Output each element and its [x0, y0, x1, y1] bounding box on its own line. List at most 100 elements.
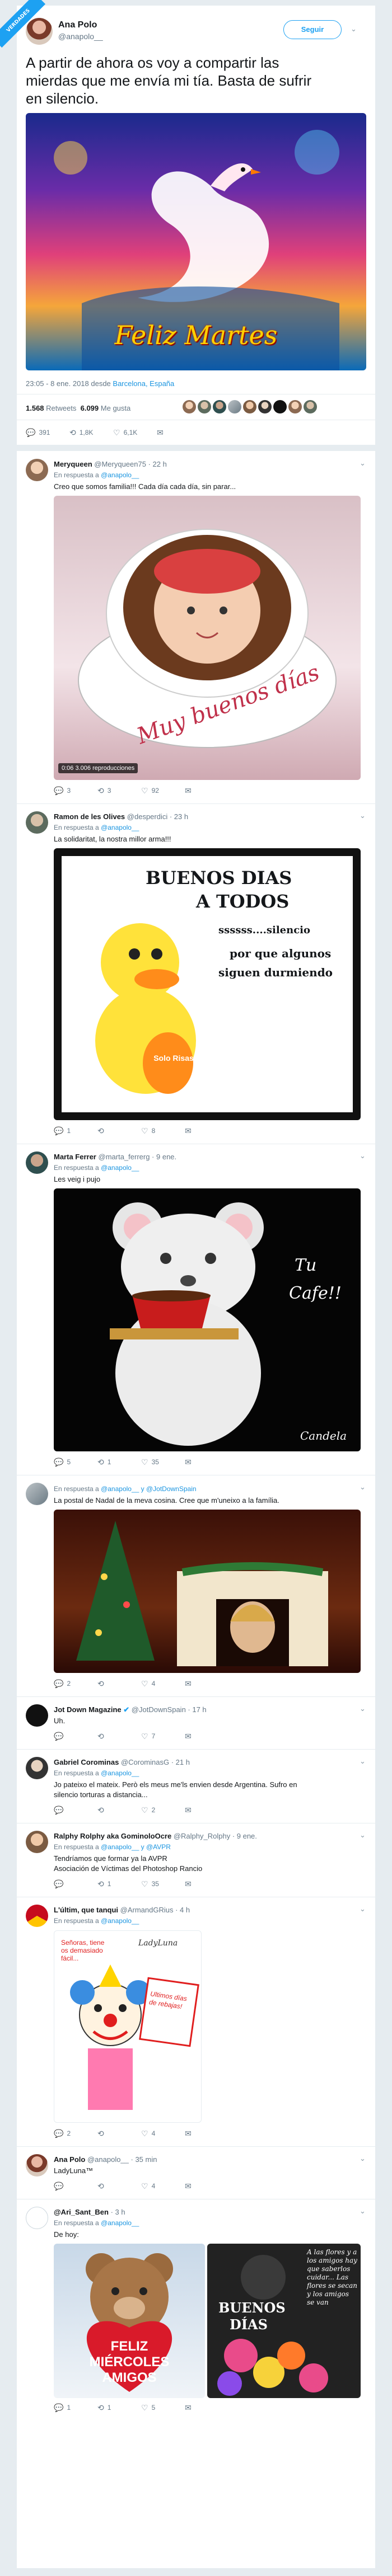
reply-context-handle[interactable]: @anapolo__ y @JotDownSpain: [101, 1485, 196, 1493]
reply-image[interactable]: BUENOS DIAS A TODOS ssssss....silencio p…: [54, 848, 361, 1120]
reply-context-handle[interactable]: @anapolo__: [101, 471, 139, 479]
message-button[interactable]: ✉: [185, 1680, 228, 1687]
message-button[interactable]: ✉: [185, 1458, 228, 1466]
like-button[interactable]: ♡ 7: [141, 1732, 185, 1740]
like-button[interactable]: ♡ 2: [141, 1806, 185, 1814]
liker-avatar[interactable]: [243, 400, 256, 413]
reply-author[interactable]: Gabriel Corominas @CorominasG · 21 h: [54, 1758, 190, 1766]
chevron-down-icon[interactable]: ⌄: [360, 1905, 366, 1914]
follow-button[interactable]: Seguir: [283, 20, 342, 39]
reply-author[interactable]: Ralphy Rolphy aka GominoloOcre @Ralphy_R…: [54, 1832, 257, 1840]
retweet-button[interactable]: ⟲ 1: [97, 1458, 141, 1466]
like-button[interactable]: ♡ 4: [141, 2130, 185, 2137]
chevron-down-icon[interactable]: ⌄: [360, 1151, 366, 1160]
chevron-down-icon[interactable]: ⌄: [360, 2154, 366, 2163]
like-button[interactable]: ♡ 8: [141, 1127, 185, 1135]
message-button[interactable]: ✉: [157, 429, 200, 436]
message-button[interactable]: ✉: [185, 1127, 228, 1135]
avatar[interactable]: [26, 1905, 48, 1927]
retweet-button[interactable]: ⟲: [97, 2130, 141, 2137]
liker-avatar[interactable]: [304, 400, 317, 413]
author-name[interactable]: Ana Polo: [58, 20, 97, 30]
liker-avatar[interactable]: [183, 400, 196, 413]
avatar[interactable]: [26, 2207, 48, 2229]
reply-context-handle[interactable]: @anapolo__: [101, 1917, 139, 1925]
reply-context-handle[interactable]: @anapolo__: [101, 1769, 139, 1777]
reply-button[interactable]: 💬 3: [54, 787, 97, 795]
retweet-button[interactable]: ⟲: [97, 1127, 141, 1135]
reply-button[interactable]: 💬: [54, 1732, 97, 1740]
tweet-image[interactable]: Feliz Martes: [26, 113, 366, 370]
like-button[interactable]: ♡ 5: [141, 2404, 185, 2412]
reply-button[interactable]: 💬: [54, 1880, 97, 1888]
chevron-down-icon[interactable]: ⌄: [360, 459, 366, 468]
avatar[interactable]: [26, 1757, 48, 1779]
avatar[interactable]: [26, 1831, 48, 1853]
like-button[interactable]: ♡ 4: [141, 1680, 185, 1687]
message-button[interactable]: ✉: [185, 787, 228, 795]
liker-avatar[interactable]: [228, 400, 241, 413]
retweet-button[interactable]: ⟲: [97, 1806, 141, 1814]
reply-author[interactable]: Meryqueen @Meryqueen75 · 22 h: [54, 460, 167, 468]
reply-button[interactable]: 💬 2: [54, 2130, 97, 2137]
reply-author[interactable]: L'últim, que tanqui @ArmandGRius · 4 h: [54, 1906, 190, 1914]
reply-button[interactable]: 💬 2: [54, 1680, 97, 1687]
reply-author[interactable]: Jot Down Magazine ✔ @JotDownSpain · 17 h: [54, 1705, 207, 1714]
chevron-down-icon[interactable]: ⌄: [360, 2207, 366, 2216]
like-button[interactable]: ♡ 35: [141, 1458, 185, 1466]
chevron-down-icon[interactable]: ⌄: [360, 1757, 366, 1766]
avatar[interactable]: [26, 1483, 48, 1505]
like-button[interactable]: ♡ 6,1K: [113, 429, 157, 436]
message-button[interactable]: ✉: [185, 1880, 228, 1888]
reply-image[interactable]: Señoras, tiene os demasiado fácil... Lad…: [54, 1930, 202, 2123]
chevron-down-icon[interactable]: ⌄: [351, 25, 357, 34]
message-button[interactable]: ✉: [185, 2404, 228, 2412]
chevron-down-icon[interactable]: ⌄: [360, 1704, 366, 1713]
liker-avatar[interactable]: [258, 400, 272, 413]
reply-image[interactable]: [54, 1510, 361, 1673]
reply-context-handle[interactable]: @anapolo__: [101, 2219, 139, 2227]
likes-count[interactable]: 6.099: [81, 404, 99, 412]
reply-button[interactable]: 💬: [54, 2182, 97, 2190]
reply-button[interactable]: 💬: [54, 1806, 97, 1814]
reply-image-right[interactable]: BUENOS DÍAS A las flores y a los amigos …: [207, 2244, 361, 2398]
reply-author[interactable]: @Ari_Sant_Ben · 3 h: [54, 2208, 125, 2216]
message-button[interactable]: ✉: [185, 1732, 228, 1740]
liker-avatar[interactable]: [273, 400, 287, 413]
chevron-down-icon[interactable]: ⌄: [360, 1831, 366, 1840]
retweet-button[interactable]: ⟲ 1: [97, 2404, 141, 2412]
liker-avatar[interactable]: [198, 400, 211, 413]
retweets-count[interactable]: 1.568: [26, 404, 44, 412]
tweet-time[interactable]: 23:05 - 8 ene. 2018 desde: [26, 379, 113, 388]
liker-avatar[interactable]: [213, 400, 226, 413]
chevron-down-icon[interactable]: ⌄: [360, 1483, 366, 1492]
reply-button[interactable]: 💬 1: [54, 1127, 97, 1135]
retweet-button[interactable]: ⟲ 1,8K: [69, 429, 113, 436]
reply-context-handle[interactable]: @anapolo__: [101, 824, 139, 831]
like-button[interactable]: ♡ 35: [141, 1880, 185, 1888]
reply-author[interactable]: Ramon de les Olives @desperdici · 23 h: [54, 812, 188, 821]
like-button[interactable]: ♡ 4: [141, 2182, 185, 2190]
avatar[interactable]: [26, 1151, 48, 1174]
avatar[interactable]: [26, 2154, 48, 2177]
reply-image-left[interactable]: FELIZ MIÉRCOLES AMIGOS: [54, 2244, 205, 2398]
reply-author[interactable]: Marta Ferrer @marta_ferrerg · 9 ene.: [54, 1153, 176, 1161]
reply-context-handle[interactable]: @anapolo__: [101, 1164, 139, 1172]
retweet-button[interactable]: ⟲: [97, 2182, 141, 2190]
retweet-button[interactable]: ⟲ 3: [97, 787, 141, 795]
reply-button[interactable]: 💬 391: [26, 429, 69, 436]
avatar[interactable]: [26, 18, 53, 45]
chevron-down-icon[interactable]: ⌄: [360, 811, 366, 820]
reply-author[interactable]: Ana Polo @anapolo__ · 35 min: [54, 2155, 157, 2164]
retweet-button[interactable]: ⟲: [97, 1732, 141, 1740]
retweet-button[interactable]: ⟲ 1: [97, 1880, 141, 1888]
liker-avatar[interactable]: [288, 400, 302, 413]
retweet-button[interactable]: ⟲: [97, 1680, 141, 1687]
reply-video[interactable]: Muy buenos días 0:06 3.006 reproduccione…: [54, 496, 361, 780]
reply-context-handle[interactable]: @anapolo__ y @AVPR: [101, 1843, 171, 1851]
tweet-location[interactable]: Barcelona, España: [113, 379, 174, 388]
reply-image[interactable]: Tu Cafe!! Candela: [54, 1188, 361, 1451]
author-handle[interactable]: @anapolo__: [58, 32, 103, 41]
like-button[interactable]: ♡ 92: [141, 787, 185, 795]
reply-button[interactable]: 💬 1: [54, 2404, 97, 2412]
